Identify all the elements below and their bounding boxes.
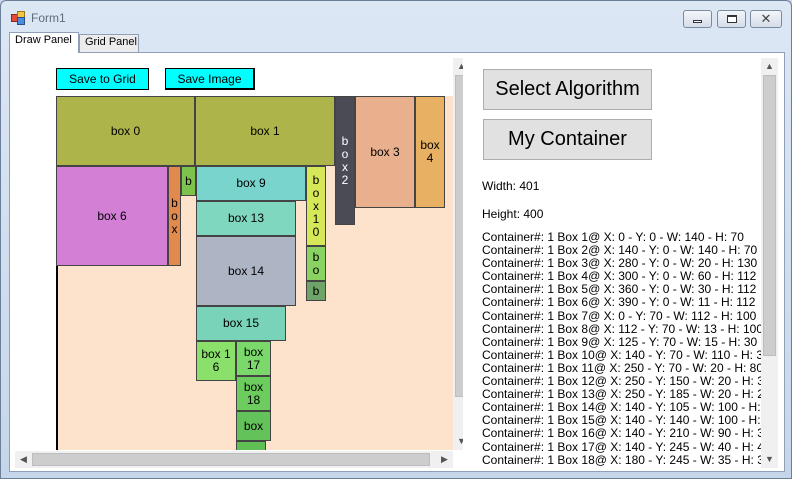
packed-box: box 15 [196,306,286,341]
box-label: box [243,418,264,433]
list-item: Container#: 1 Box 16@ X: 140 - Y: 210 - … [482,426,771,441]
packed-box: box 18 [236,376,271,411]
list-item: Container#: 1 Box 10@ X: 140 - Y: 70 - W… [482,347,770,362]
height-label: Height: 400 [482,207,544,221]
packed-box: box 13 [196,201,296,236]
packed-box: box 3 [355,96,415,208]
packed-box: box 14 [196,236,296,306]
scroll-thumb[interactable] [32,453,430,466]
app-icon [11,11,27,25]
packed-box: box10 [306,166,326,246]
tab-page-draw-panel: Save to Grid Save Image box 0 box 1 box2 bo… [9,52,785,472]
box-label: box 17 [243,344,264,372]
info-vertical-scrollbar[interactable]: ▲ ▼ [761,58,778,468]
packed-box [236,441,266,450]
scroll-left-icon[interactable]: ◀ [15,451,32,468]
box-label: box 3 [370,144,400,159]
save-image-button[interactable]: Save Image [165,68,255,90]
title-bar[interactable]: Form1 ✕ [1,1,791,31]
draw-panel: Save to Grid Save Image box 0 box 1 box2 bo… [15,58,463,468]
box-label: box10 [312,172,320,239]
packed-box: box 17 [236,341,271,376]
tab-grid-panel[interactable]: Grid Panel [79,34,139,52]
draw-canvas: Save to Grid Save Image box 0 box 1 box2 bo… [15,58,453,450]
minimize-icon [693,20,702,23]
box-label: box [171,195,178,236]
width-label: Width: 401 [482,179,540,193]
select-algorithm-button[interactable]: Select Algorithm [483,69,652,110]
packed-box: box 4 [415,96,445,208]
box-label: box 14 [227,263,265,278]
list-item: Container#: 1 Box 6@ X: 390 - Y: 0 - W: … [482,295,756,310]
draw-horizontal-scrollbar[interactable]: ◀ ▶ [15,451,453,468]
minimize-button[interactable] [683,10,712,28]
maximize-button[interactable] [717,10,746,28]
info-panel: Select Algorithm My Container Width: 401… [471,58,779,468]
packed-box: box 0 [56,96,195,166]
scroll-thumb[interactable] [455,75,463,397]
box-label: box 15 [222,316,260,330]
scroll-thumb[interactable] [763,75,776,356]
box-label: box 18 [243,379,264,407]
packed-box: box 1 [195,96,335,166]
window-title: Form1 [31,11,66,25]
scroll-right-icon[interactable]: ▶ [436,451,453,468]
tab-draw-panel[interactable]: Draw Panel [9,32,79,53]
box-label: box 0 [110,123,141,138]
box-label: b [185,173,192,188]
draw-vertical-scrollbar[interactable]: ▲ ▼ [453,58,463,450]
main-window: Form1 ✕ Draw Panel Grid Panel Save to Gr… [0,0,792,479]
box-label: box 13 [227,211,265,225]
list-item: Container#: 1 Box 17@ X: 140 - Y: 245 - … [482,439,771,454]
container-list: Container#: 1 Box 1@ X: 0 - Y: 0 - W: 14… [482,230,777,467]
packed-box: b [306,281,326,301]
packed-box: box 6 [56,166,168,266]
box-label: bo [312,249,320,277]
box-label: b [312,283,320,298]
packed-box: b [181,166,196,196]
packed-box: box2 [335,96,355,225]
list-item: Container#: 1 Box 18@ X: 180 - Y: 245 - … [482,452,771,467]
scroll-down-icon[interactable]: ▼ [453,433,463,450]
scroll-up-icon[interactable]: ▲ [761,58,778,75]
box-label: box 4 [420,138,440,165]
box-label: box 9 [236,176,266,190]
box-label: box2 [341,133,349,187]
packed-box: bo [306,246,326,281]
box-label: box 1 [250,123,280,138]
list-item: Container#: 1 Box 8@ X: 112 - Y: 70 - W:… [482,321,763,336]
box-label: box 16 [201,347,231,374]
save-to-grid-button[interactable]: Save to Grid [56,68,149,90]
packed-box: box 16 [196,341,236,381]
scroll-up-icon[interactable]: ▲ [453,58,463,75]
close-button[interactable]: ✕ [750,10,782,28]
packed-box: box 9 [196,166,306,201]
close-icon: ✕ [760,11,772,26]
packed-box: box [236,411,271,441]
scroll-down-icon[interactable]: ▼ [761,451,778,468]
list-item: Container#: 1 Box 7@ X: 0 - Y: 70 - W: 1… [482,308,757,323]
my-container-button[interactable]: My Container [483,119,652,160]
packed-box: box [168,166,181,266]
list-item: Container#: 1 Box 9@ X: 125 - Y: 70 - W:… [482,334,758,349]
box-label: box 6 [97,208,127,223]
maximize-icon [727,15,737,23]
